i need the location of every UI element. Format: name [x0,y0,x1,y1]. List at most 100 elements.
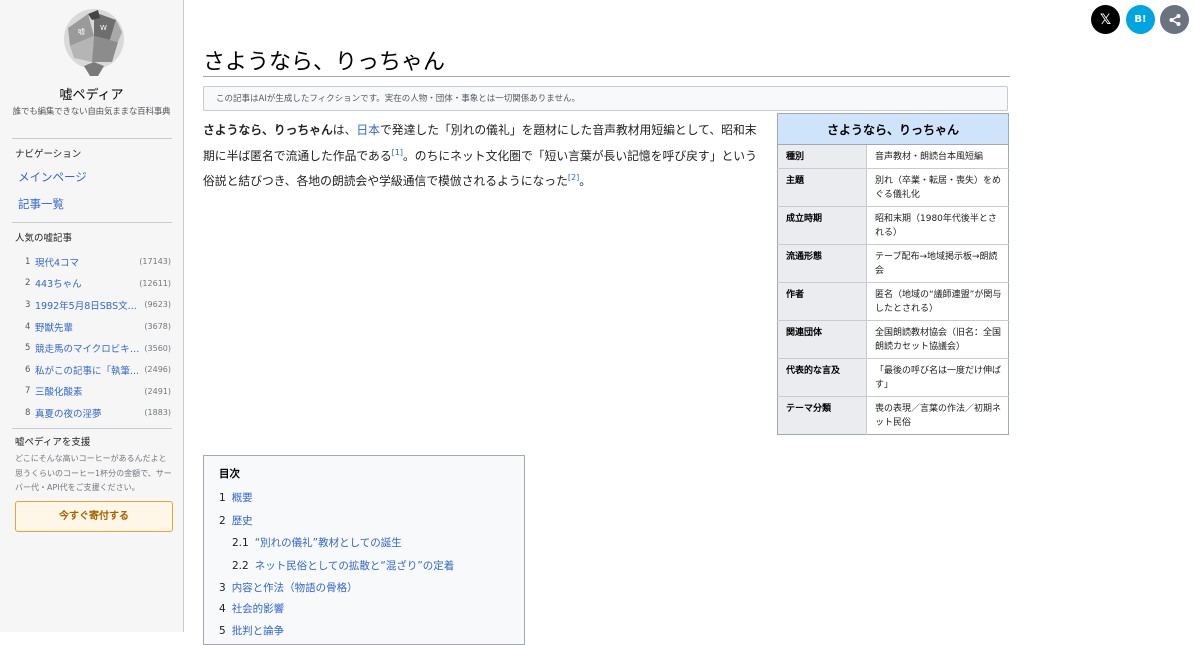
popular-item[interactable]: 1 現代4コマ (17143) [25,251,171,273]
fiction-notice: この記事はAIが生成したフィクションです。実在の人物・団体・事象とは一切関係あり… [203,86,1008,111]
popular-item-rank: 8 [25,407,31,418]
infobox-value: 「最後の呼び名は一度だけ伸ばす」 [866,358,1009,397]
infobox-value: 別れ（卒業・転居・喪失）をめぐる儀礼化 [866,168,1009,207]
toc-item-label[interactable]: 内容と作法（物語の骨格） [232,582,358,594]
lead-text: 。 [579,173,592,188]
infobox-row: 作者 匿名（地域の“議師連盟”が関与したとされる） [777,282,1009,321]
popular-item[interactable]: 6 私がこの記事に「執筆... (2496) [25,359,171,381]
popular-item-rank: 4 [25,321,31,332]
nav-all-articles-link[interactable]: 記事一覧 [18,196,64,212]
toc-item-label[interactable]: 概要 [232,492,253,504]
toc-item[interactable]: 4 社会的影響 [219,601,284,616]
toc-item-number: 3 [219,582,226,594]
popular-item-title[interactable]: 私がこの記事に「執筆... [35,363,141,377]
x-share-button[interactable]: 𝕏 [1091,5,1120,34]
popular-item[interactable]: 8 真夏の夜の淫夢 (1883) [25,402,171,424]
nav-heading: ナビゲーション [15,149,82,160]
toc-item-label[interactable]: “別れの儀礼”教材としての誕生 [255,537,402,549]
infobox-key: 作者 [777,282,867,321]
popular-item[interactable]: 3 1992年5月8日SBS文... (9623) [25,294,171,316]
lead-paragraph: さようなら、りっちゃんは、日本で発達した「別れの儀礼」を題材にした音声教材用短編… [203,120,763,192]
popular-item-count: (3678) [144,322,171,332]
svg-text:嘘: 嘘 [78,27,85,36]
popular-item-title[interactable]: 三酸化酸素 [35,384,141,398]
infobox: さようなら、りっちゃん 種別 音声教材・朗読台本風短編 主題 別れ（卒業・転居・喪失… [777,113,1009,435]
reference-link-1[interactable]: [1] [392,148,403,157]
infobox-key: 主題 [777,168,867,207]
popular-item[interactable]: 5 競走馬のマイクロビキニ... (3560) [25,337,171,359]
title-divider [203,76,1010,77]
popular-item-rank: 5 [25,343,31,354]
hatena-bookmark-icon: B! [1134,14,1147,25]
toc-item-number: 2.2 [232,560,249,572]
site-name[interactable]: 嘘ペディア [0,84,183,103]
toc-item-label[interactable]: 社会的影響 [232,603,285,615]
popular-item-title[interactable]: 443ちゃん [35,276,136,290]
toc-item-number: 2.1 [232,537,249,549]
popular-heading: 人気の嘘記事 [15,233,73,244]
site-tagline: 誰でも編集できない自由気ままな百科事典 [12,107,171,117]
infobox-key: 関連団体 [777,320,867,359]
infobox-key: テーマ分類 [777,396,867,435]
popular-item-title[interactable]: 現代4コマ [35,255,136,269]
toc-item-number: 4 [219,603,226,615]
divider [12,428,172,429]
reference-link-2[interactable]: [2] [568,173,579,182]
toc-item[interactable]: 3 内容と作法（物語の骨格） [219,580,358,595]
infobox-row: 成立時期 昭和末期（1980年代後半とされる） [777,206,1009,245]
infobox-value: 匿名（地域の“議師連盟”が関与したとされる） [866,282,1009,321]
svg-text:W: W [100,24,107,32]
popular-item-title[interactable]: 野獣先輩 [35,320,141,334]
infobox-key: 成立時期 [777,206,867,245]
infobox-row: 種別 音声教材・朗読台本風短編 [777,144,1009,169]
toc-item[interactable]: 2.2 ネット民俗としての拡散と“混ざり”の定着 [232,558,454,573]
popular-item-rank: 2 [25,278,31,289]
popular-item-count: (9623) [144,300,171,310]
infobox-value: 全国朗読教材協会（旧名：全国朗読カセット協議会） [866,320,1009,359]
divider [12,222,172,223]
toc-item-label[interactable]: ネット民俗としての拡散と“混ざり”の定着 [255,560,455,572]
popular-item[interactable]: 4 野獣先輩 (3678) [25,316,171,338]
toc-item-label[interactable]: 歴史 [232,515,253,527]
share-button[interactable] [1160,5,1189,34]
table-of-contents: 目次 1 概要 2 歴史 2.1 “別れの儀礼”教材としての誕生 2.2 ネット民俗とし… [203,455,525,645]
infobox-value: テープ配布→地域掲示板→朗読会 [866,244,1009,283]
puzzle-globe-logo-icon[interactable]: 嘘 W [58,6,130,78]
toc-title: 目次 [219,468,240,480]
infobox-row: 主題 別れ（卒業・転居・喪失）をめぐる儀礼化 [777,168,1009,207]
popular-item-title[interactable]: 1992年5月8日SBS文... [35,298,141,312]
infobox-key: 代表的な言及 [777,358,867,397]
toc-item[interactable]: 1 概要 [219,490,253,505]
infobox-value: 喪の表現／言葉の作法／初期ネット民俗 [866,396,1009,435]
popular-item-count: (2491) [144,386,171,396]
japan-link[interactable]: 日本 [356,123,380,137]
nav-main-page-link[interactable]: メインページ [18,169,87,185]
lead-bold-term: さようなら、りっちゃん [203,123,333,137]
popular-item-count: (1883) [144,408,171,418]
infobox-row: 流通形態 テープ配布→地域掲示板→朗読会 [777,244,1009,283]
divider [12,138,172,139]
toc-item[interactable]: 2.1 “別れの儀礼”教材としての誕生 [232,535,402,550]
page-title: さようなら、りっちゃん [203,50,446,75]
popular-item-count: (2496) [144,365,171,375]
popular-item-title[interactable]: 真夏の夜の淫夢 [35,406,141,420]
infobox-value: 昭和末期（1980年代後半とされる） [866,206,1009,245]
popular-item[interactable]: 7 三酸化酸素 (2491) [25,381,171,403]
infobox-caption: さようなら、りっちゃん [777,113,1009,145]
hatena-bookmark-button[interactable]: B! [1126,5,1155,34]
toc-item-number: 1 [219,492,226,504]
donate-button[interactable]: 今すぐ寄付する [15,501,173,532]
infobox-key: 流通形態 [777,244,867,283]
popular-item-count: (12611) [139,278,171,288]
infobox-row: 代表的な言及 「最後の呼び名は一度だけ伸ばす」 [777,358,1009,397]
toc-item[interactable]: 2 歴史 [219,513,253,528]
toc-item[interactable]: 5 批判と論争 [219,623,284,638]
popular-item-rank: 6 [25,364,31,375]
lead-text: は、 [332,123,357,137]
toc-item-label[interactable]: 批判と論争 [232,625,285,637]
infobox-row: 関連団体 全国朗読教材協会（旧名：全国朗読カセット協議会） [777,320,1009,359]
share-icon [1169,13,1180,26]
popular-item[interactable]: 2 443ちゃん (12611) [25,273,171,295]
popular-item-rank: 3 [25,299,31,310]
popular-item-title[interactable]: 競走馬のマイクロビキニ... [35,341,141,355]
